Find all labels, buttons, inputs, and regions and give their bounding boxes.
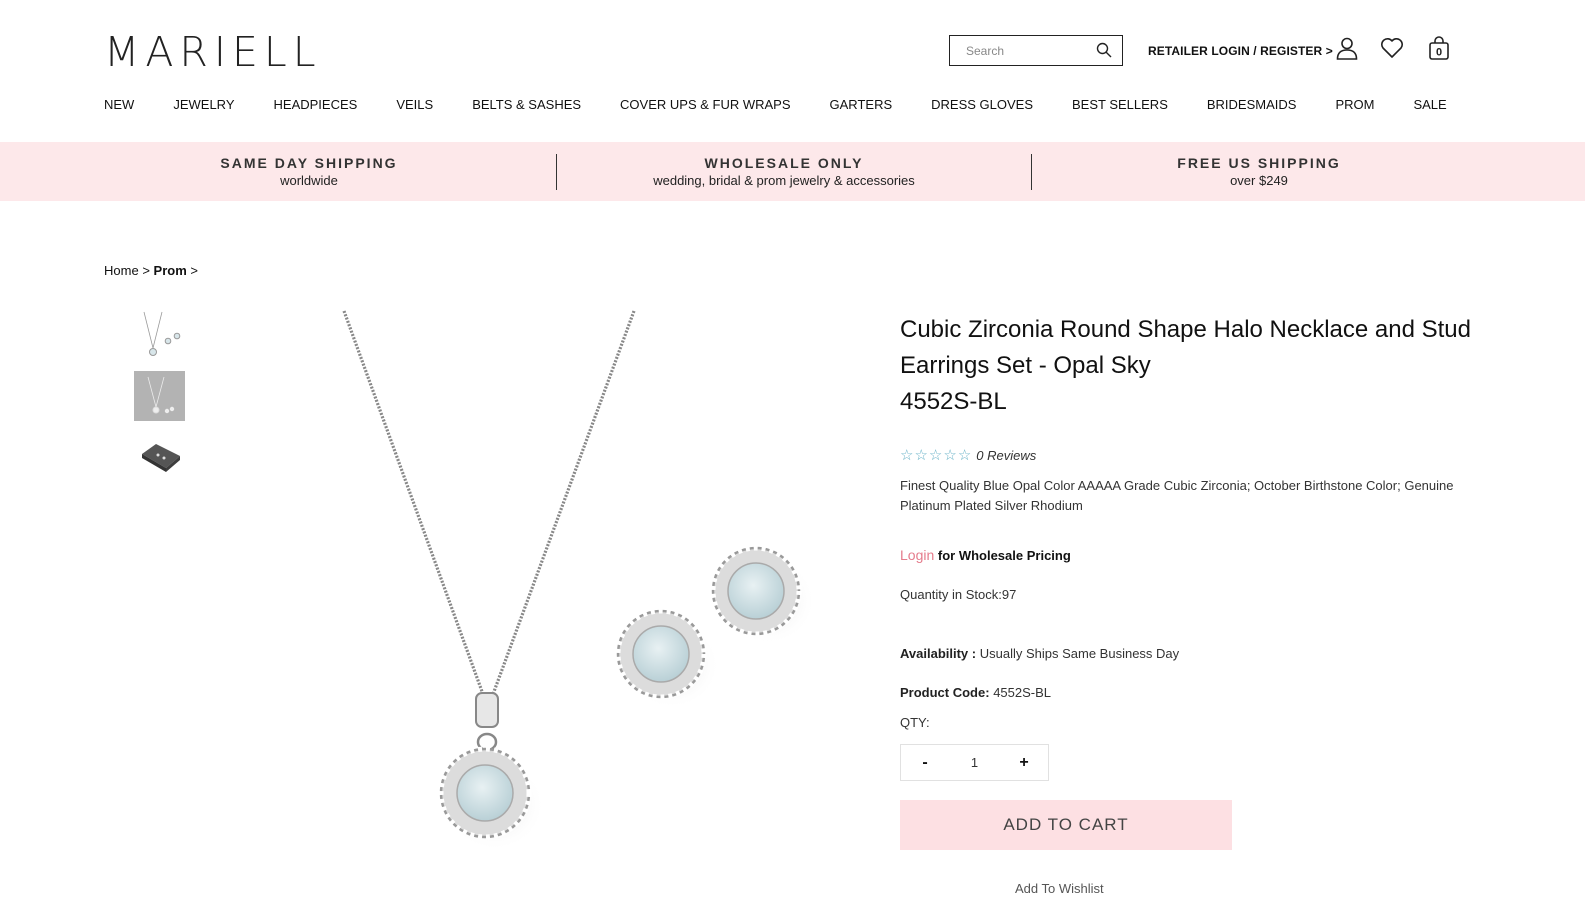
nav-item-belts-sashes[interactable]: BELTS & SASHES <box>472 97 581 112</box>
promo-subtitle: worldwide <box>280 173 338 188</box>
nav-item-new[interactable]: NEW <box>104 97 134 112</box>
retailer-login-link[interactable]: RETAILER LOGIN / REGISTER > <box>1148 44 1333 58</box>
nav-item-cover-ups[interactable]: COVER UPS & FUR WRAPS <box>620 97 790 112</box>
qty-label: QTY: <box>900 715 930 730</box>
nav-item-garters[interactable]: GARTERS <box>830 97 893 112</box>
qty-decrease-button[interactable]: - <box>901 745 949 780</box>
promo-title: WHOLESALE ONLY <box>704 155 864 171</box>
nav-item-dress-gloves[interactable]: DRESS GLOVES <box>931 97 1033 112</box>
login-link[interactable]: Login <box>900 547 934 563</box>
quantity-stepper: - + <box>900 744 1049 781</box>
availability-label: Availability : <box>900 646 977 661</box>
rating[interactable]: ☆ ☆ ☆ ☆ ☆ 0 Reviews <box>900 446 1036 464</box>
product-code-label: Product Code: <box>900 685 990 700</box>
nav-item-bridesmaids[interactable]: BRIDESMAIDS <box>1207 97 1297 112</box>
main-nav: NEW JEWELRY HEADPIECES VEILS BELTS & SAS… <box>104 97 1486 112</box>
thumbnail-3[interactable] <box>134 432 185 482</box>
breadcrumb-separator: > <box>190 263 198 278</box>
product-code: Product Code: 4552S-BL <box>900 685 1051 700</box>
breadcrumb-home[interactable]: Home <box>104 263 139 278</box>
product-description: Finest Quality Blue Opal Color AAAAA Gra… <box>900 478 1454 513</box>
nav-item-sale[interactable]: SALE <box>1413 97 1446 112</box>
logo[interactable]: MARIELL <box>104 32 322 73</box>
availability: Availability : Usually Ships Same Busine… <box>900 646 1179 661</box>
thumbnail-1[interactable] <box>134 310 185 360</box>
breadcrumb-current[interactable]: Prom <box>154 263 187 278</box>
thumbnail-2[interactable] <box>134 371 185 421</box>
promo-free-shipping: FREE US SHIPPING over $249 <box>1044 142 1474 201</box>
heart-icon[interactable] <box>1380 36 1404 60</box>
add-to-cart-button[interactable]: ADD TO CART <box>900 800 1232 850</box>
promo-wholesale: WHOLESALE ONLY wedding, bridal & prom je… <box>569 142 999 201</box>
wholesale-pricing-text: for Wholesale Pricing <box>934 548 1071 563</box>
star-empty-icon: ☆ <box>943 447 957 464</box>
promo-subtitle: wedding, bridal & prom jewelry & accesso… <box>653 173 915 188</box>
promo-subtitle: over $249 <box>1230 173 1288 188</box>
availability-value: Usually Ships Same Business Day <box>979 646 1180 661</box>
star-empty-icon: ☆ <box>900 447 914 464</box>
shopping-bag-icon[interactable]: 0 <box>1427 36 1451 60</box>
nav-item-veils[interactable]: VEILS <box>396 97 433 112</box>
product-code-value: 4552S-BL <box>993 685 1052 700</box>
nav-item-jewelry[interactable]: JEWELRY <box>173 97 234 112</box>
stock-quantity: Quantity in Stock:97 <box>900 587 1017 602</box>
wholesale-pricing-notice: Login for Wholesale Pricing <box>900 547 1071 563</box>
star-empty-icon: ☆ <box>957 447 972 464</box>
qty-input[interactable] <box>949 755 1000 770</box>
cart-count: 0 <box>1436 47 1442 59</box>
search-input[interactable] <box>950 43 1090 58</box>
promo-title: FREE US SHIPPING <box>1177 155 1341 171</box>
nav-item-best-sellers[interactable]: BEST SELLERS <box>1072 97 1168 112</box>
search-icon[interactable] <box>1096 42 1112 58</box>
promo-divider <box>556 154 557 190</box>
product-sku: 4552S-BL <box>900 388 1007 415</box>
breadcrumb-separator: > <box>142 263 150 278</box>
account-icon[interactable] <box>1335 36 1359 60</box>
star-empty-icon: ☆ <box>914 447 928 464</box>
main-product-image[interactable] <box>300 305 860 875</box>
breadcrumb: Home > Prom > <box>104 263 198 278</box>
nav-item-headpieces[interactable]: HEADPIECES <box>274 97 358 112</box>
star-empty-icon: ☆ <box>928 447 943 464</box>
nav-item-prom[interactable]: PROM <box>1335 97 1374 112</box>
review-count[interactable]: 0 Reviews <box>976 448 1036 463</box>
promo-divider <box>1031 154 1032 190</box>
promo-title: SAME DAY SHIPPING <box>220 155 398 171</box>
qty-increase-button[interactable]: + <box>1000 745 1048 780</box>
search-box[interactable] <box>949 35 1123 66</box>
add-to-wishlist-link[interactable]: Add To Wishlist <box>1015 881 1104 896</box>
product-title: Cubic Zirconia Round Shape Halo Necklace… <box>900 316 1471 379</box>
promo-bar: SAME DAY SHIPPING worldwide WHOLESALE ON… <box>0 142 1585 201</box>
promo-shipping: SAME DAY SHIPPING worldwide <box>94 142 524 201</box>
